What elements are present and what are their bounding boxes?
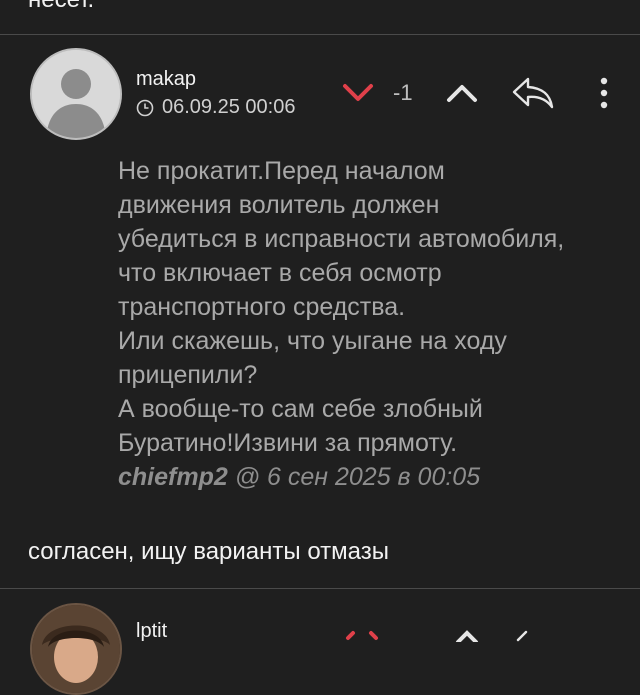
quote-author-link[interactable]: chiefmp2: [118, 463, 228, 491]
comment-timestamp-row: 06.09.25 00:06: [136, 96, 295, 119]
reply-button[interactable]: [512, 628, 552, 647]
divider: [0, 34, 640, 35]
more-vert-icon: [600, 77, 608, 109]
quoted-comment: Не прокатит.Перед началом движения волит…: [118, 154, 618, 494]
default-user-avatar-icon: [32, 50, 120, 138]
upvote-button[interactable]: [444, 78, 480, 108]
quote-line: движения волитель должен: [118, 191, 440, 219]
quote-line: что включает в себя осмотр: [118, 259, 442, 287]
quote-signature: chiefmp2 @ 6 сен 2025 в 00:05: [118, 460, 618, 494]
comment-username[interactable]: makap: [136, 68, 196, 91]
quote-line: прицепили?: [118, 361, 258, 389]
comment-score: -1: [393, 80, 413, 105]
reply-arrow-icon: [512, 77, 554, 109]
downvote-button[interactable]: [340, 78, 376, 108]
reply-button[interactable]: [508, 74, 558, 112]
quote-line: Не прокатит.Перед началом: [118, 157, 445, 185]
avatar[interactable]: [30, 48, 122, 140]
previous-comment-text: несет.: [28, 0, 94, 14]
avatar[interactable]: [30, 603, 122, 695]
comment-timestamp: 06.09.25 00:06: [162, 96, 296, 118]
quote-line: Буратино!Извини за прямоту.: [118, 429, 458, 457]
quote-date: @ 6 сен 2025 в 00:05: [227, 463, 481, 491]
chevron-down-icon: [343, 84, 373, 101]
downvote-button[interactable]: [344, 628, 380, 647]
user-photo-avatar: [32, 605, 120, 693]
quote-line: убедиться в исправности автомобиля,: [118, 225, 565, 253]
upvote-button[interactable]: [452, 628, 482, 647]
more-menu-button[interactable]: [592, 74, 616, 112]
quote-line: транспортного средства.: [118, 293, 406, 321]
quote-line: Или скажешь, что уыгане на ходу: [118, 327, 507, 355]
clock-icon: [136, 99, 154, 117]
quote-line: А вообще-то сам себе злобный: [118, 395, 483, 423]
chevron-up-icon: [447, 85, 477, 102]
comment-body: согласен, ищу варианты отмазы: [28, 538, 389, 565]
divider: [0, 588, 640, 589]
